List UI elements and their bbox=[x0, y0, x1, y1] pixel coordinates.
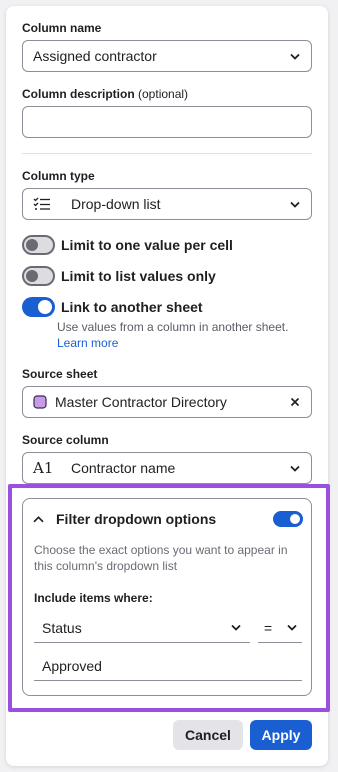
column-name-label: Column name bbox=[22, 21, 102, 35]
limit-one-value-toggle[interactable] bbox=[22, 235, 55, 255]
column-description-label: Column description (optional) bbox=[22, 87, 188, 101]
limit-list-values-label: Limit to list values only bbox=[61, 268, 216, 284]
close-icon[interactable] bbox=[289, 396, 301, 408]
link-another-sheet-toggle-row[interactable]: Link to another sheet bbox=[22, 297, 203, 317]
learn-more-link[interactable]: Learn more bbox=[57, 336, 118, 350]
limit-list-values-toggle-row[interactable]: Limit to list values only bbox=[22, 266, 216, 286]
source-sheet-field[interactable]: Master Contractor Directory bbox=[22, 386, 312, 418]
chevron-down-icon bbox=[289, 462, 301, 474]
cancel-button[interactable]: Cancel bbox=[173, 720, 243, 750]
column-name-select[interactable]: Assigned contractor bbox=[22, 40, 312, 72]
source-sheet-value: Master Contractor Directory bbox=[55, 394, 227, 410]
optional-text: (optional) bbox=[138, 87, 189, 101]
limit-one-value-label: Limit to one value per cell bbox=[61, 237, 233, 253]
apply-button[interactable]: Apply bbox=[250, 720, 312, 750]
column-type-value: Drop-down list bbox=[71, 196, 161, 212]
column-type-select[interactable]: Drop-down list bbox=[22, 188, 312, 220]
divider bbox=[22, 153, 312, 154]
link-another-sheet-label: Link to another sheet bbox=[61, 299, 203, 315]
source-column-label: Source column bbox=[22, 433, 109, 447]
list-icon bbox=[33, 197, 53, 211]
source-column-select[interactable]: A1 Contractor name bbox=[22, 452, 312, 484]
column-type-label: Column type bbox=[22, 169, 95, 183]
limit-list-values-toggle[interactable] bbox=[22, 266, 55, 286]
column-description-input[interactable] bbox=[22, 106, 312, 138]
highlight-box bbox=[8, 484, 330, 712]
text-column-icon: A1 bbox=[33, 459, 54, 477]
source-sheet-label: Source sheet bbox=[22, 367, 98, 381]
link-another-sheet-toggle[interactable] bbox=[22, 297, 55, 317]
column-name-value: Assigned contractor bbox=[33, 48, 157, 64]
chevron-down-icon bbox=[289, 198, 301, 210]
column-description-label-text: Column description bbox=[22, 87, 135, 101]
link-sheet-help-text: Use values from a column in another shee… bbox=[57, 320, 289, 334]
limit-one-value-toggle-row[interactable]: Limit to one value per cell bbox=[22, 235, 233, 255]
sheet-icon bbox=[33, 395, 47, 409]
chevron-down-icon bbox=[289, 50, 301, 62]
source-column-value: Contractor name bbox=[71, 460, 176, 476]
